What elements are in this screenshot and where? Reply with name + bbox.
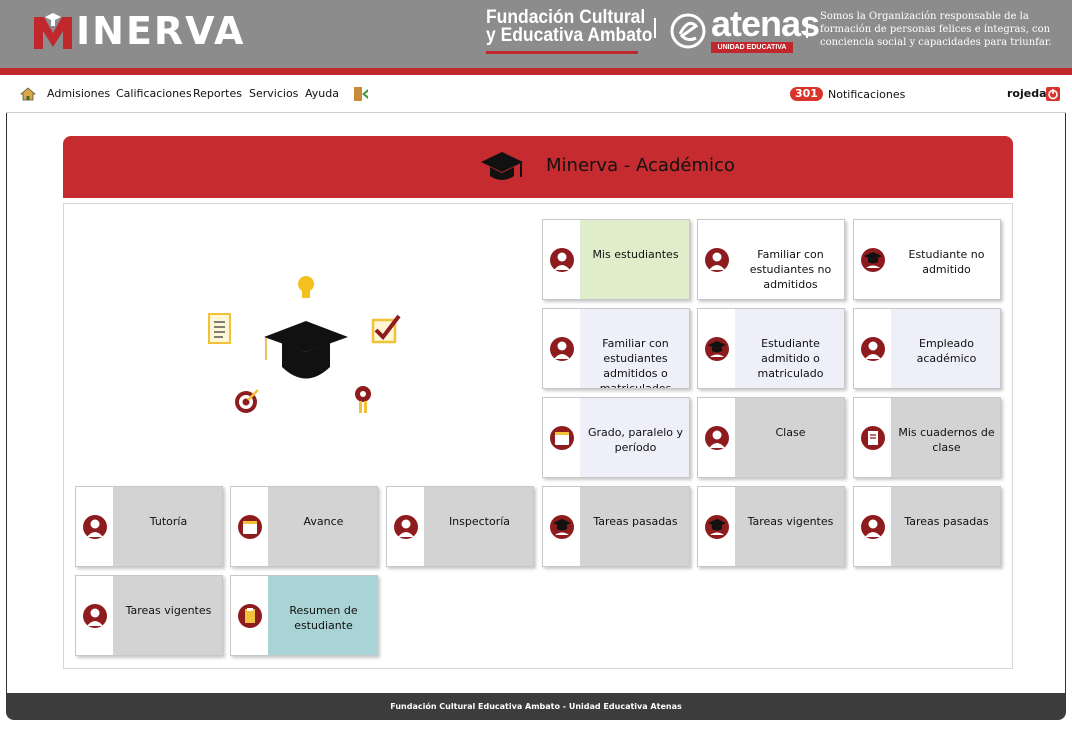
menu-tile[interactable]: Tareas vigentes	[75, 575, 223, 656]
home-icon[interactable]	[20, 87, 36, 101]
menu-tile-label: Familiar con estudiantes no admitidos	[735, 220, 844, 299]
minerva-app: INERVA Fundación Cultural y Educativa Am…	[0, 0, 1072, 739]
menu-tile[interactable]: Estudiante no admitido	[853, 219, 1001, 300]
menu-tile-label: Tareas vigentes	[735, 487, 844, 566]
menu-tile-label: Mis cuadernos de clase	[891, 398, 1000, 477]
minerva-logo[interactable]: INERVA	[32, 8, 245, 54]
graduation-cap-icon	[481, 152, 523, 180]
nav-item-admisiones[interactable]: Admisiones	[47, 87, 110, 101]
menu-tile-label: Avance	[268, 487, 377, 566]
header-separator	[806, 18, 808, 38]
menu-tile[interactable]: Mis cuadernos de clase	[853, 397, 1001, 478]
foundation-line-2: y Educativa Ambato	[486, 25, 653, 46]
menu-tile-label: Tareas pasadas	[891, 487, 1000, 566]
graduation-cap-icon	[264, 321, 348, 379]
top-nav: Admisiones Calificaciones Reportes Servi…	[6, 75, 1066, 113]
award-medal-icon	[355, 386, 371, 413]
notifications-link[interactable]: Notificaciones	[828, 88, 905, 102]
calendar-grade-icon	[550, 426, 574, 450]
nav-item-ayuda[interactable]: Ayuda	[305, 87, 339, 101]
menu-tile-label: Mis estudiantes	[580, 220, 689, 299]
school-badge: UNIDAD EDUCATIVA	[711, 42, 793, 53]
foundation-underline	[486, 51, 638, 54]
menu-tile[interactable]: Avance	[230, 486, 378, 567]
checkbox-icon	[371, 314, 401, 344]
graduate-book-icon	[705, 515, 729, 539]
module-title: Minerva - Académico	[546, 155, 735, 176]
menu-tile[interactable]: Mis estudiantes	[542, 219, 690, 300]
progress-calendar-icon	[238, 515, 262, 539]
teacher-icon	[861, 337, 885, 361]
tutor-icon	[83, 515, 107, 539]
header-separator	[654, 18, 656, 38]
atenas-logo-icon	[670, 13, 706, 49]
menu-tile[interactable]: Tareas pasadas	[542, 486, 690, 567]
graduate-book-icon	[550, 515, 574, 539]
menu-tile[interactable]: Empleado académico	[853, 308, 1001, 389]
menu-tile-label: Empleado académico	[891, 309, 1000, 388]
menu-tile-label: Inspectoría	[424, 487, 533, 566]
menu-tile-label: Estudiante admitido o matriculado	[735, 309, 844, 388]
menu-tile[interactable]: Grado, paralelo y período	[542, 397, 690, 478]
menu-tile[interactable]: Clase	[697, 397, 845, 478]
menu-tile[interactable]: Resumen de estudiante	[230, 575, 378, 656]
classroom-icon	[705, 426, 729, 450]
menu-tile-label: Grado, paralelo y período	[580, 398, 689, 477]
menu-tile[interactable]: Tareas vigentes	[697, 486, 845, 567]
header-accent-bar	[0, 68, 1072, 75]
foundation-name: Fundación Cultural y Educativa Ambato	[486, 8, 653, 54]
power-icon[interactable]	[1046, 87, 1060, 101]
logo-text: INERVA	[76, 9, 246, 53]
menu-tile-label: Estudiante no admitido	[891, 220, 1000, 299]
graduate-icon	[861, 248, 885, 272]
menu-tile-label: Clase	[735, 398, 844, 477]
notebook-icon	[861, 426, 885, 450]
logout-door-icon[interactable]	[353, 86, 369, 102]
nav-item-calificaciones[interactable]: Calificaciones	[116, 87, 192, 101]
menu-tile[interactable]: Familiar con estudiantes admitidos o mat…	[542, 308, 690, 389]
module-header: Minerva - Académico	[63, 136, 1013, 198]
notifications-count-badge[interactable]: 301	[790, 87, 823, 101]
student-writing-icon	[861, 515, 885, 539]
menu-tile[interactable]: Tareas pasadas	[853, 486, 1001, 567]
user-name[interactable]: rojeda	[1007, 87, 1047, 101]
graduate-checked-icon	[705, 337, 729, 361]
minerva-logo-mark-icon	[34, 13, 72, 49]
family-approved-icon	[550, 337, 574, 361]
clipboard-icon	[238, 604, 262, 628]
header-banner: INERVA Fundación Cultural y Educativa Am…	[0, 0, 1072, 68]
menu-tile[interactable]: Tutoría	[75, 486, 223, 567]
menu-tile[interactable]: Estudiante admitido o matriculado	[697, 308, 845, 389]
menu-tile[interactable]: Inspectoría	[386, 486, 534, 567]
school-name: atenas	[711, 3, 820, 44]
document-icon	[208, 313, 231, 344]
menu-tile-label: Resumen de estudiante	[268, 576, 377, 655]
menu-tile-label: Familiar con estudiantes admitidos o mat…	[580, 309, 689, 388]
menu-tile-label: Tareas pasadas	[580, 487, 689, 566]
student-reading-icon	[550, 248, 574, 272]
target-icon	[235, 389, 259, 413]
menu-tile[interactable]: Familiar con estudiantes no admitidos	[697, 219, 845, 300]
mission-statement: Somos la Organización responsable de la …	[820, 11, 1052, 48]
family-pending-icon	[705, 248, 729, 272]
student-writing-icon	[83, 604, 107, 628]
nav-item-servicios[interactable]: Servicios	[249, 87, 298, 101]
lightbulb-icon	[298, 276, 314, 298]
nav-item-reportes[interactable]: Reportes	[193, 87, 242, 101]
inspector-icon	[394, 515, 418, 539]
footer: Fundación Cultural Educativa Ambato - Un…	[6, 693, 1066, 720]
menu-tile-label: Tareas vigentes	[113, 576, 222, 655]
menu-tile-label: Tutoría	[113, 487, 222, 566]
academic-illustration	[208, 276, 401, 413]
